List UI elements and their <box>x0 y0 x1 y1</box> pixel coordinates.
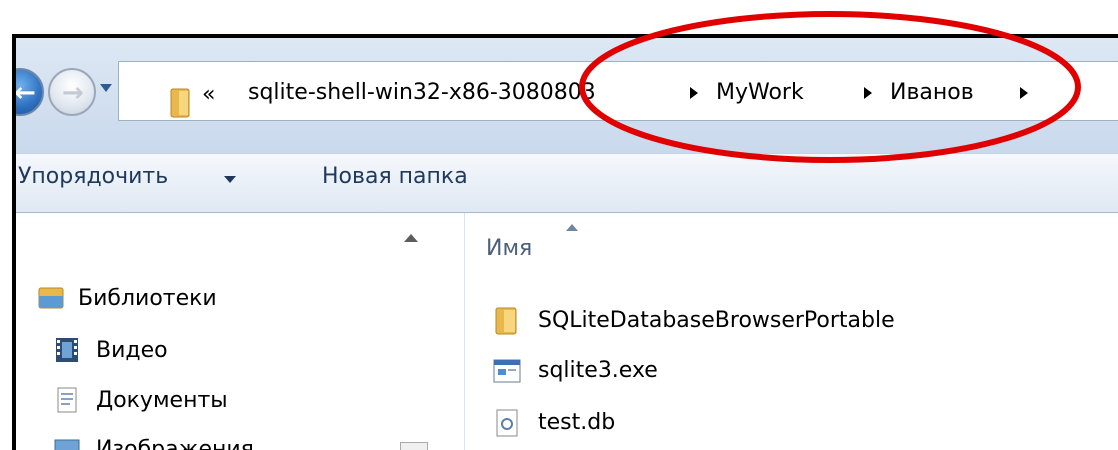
libraries-icon <box>38 287 64 309</box>
breadcrumb-item[interactable]: MyWork <box>716 80 804 106</box>
organize-button[interactable]: Упорядочить <box>18 164 168 190</box>
exe-icon <box>493 359 521 383</box>
explorer-window: ← → « sqlite-shell-win32-x86-3080803 MyW… <box>12 34 1118 450</box>
breadcrumb-separator-icon[interactable] <box>690 87 698 99</box>
recent-locations-dropdown-icon[interactable] <box>100 84 112 92</box>
breadcrumb-item[interactable]: Иванов <box>890 80 974 106</box>
command-bar <box>16 153 1118 213</box>
back-arrow-icon: ← <box>14 78 36 108</box>
video-icon <box>56 338 78 362</box>
breadcrumb-separator-icon[interactable] <box>1020 87 1028 99</box>
scroll-up-arrow-icon[interactable] <box>404 234 418 242</box>
documents-icon <box>57 387 77 413</box>
file-item-folder[interactable]: SQLiteDatabaseBrowserPortable <box>538 308 895 334</box>
navigation-pane <box>16 213 428 450</box>
forward-arrow-icon: → <box>62 78 84 108</box>
breadcrumb-item[interactable]: sqlite-shell-win32-x86-3080803 <box>248 80 596 106</box>
organize-dropdown-icon[interactable] <box>224 176 236 183</box>
sort-ascending-icon <box>566 224 578 231</box>
nav-item-video[interactable]: Видео <box>96 338 168 364</box>
folder-icon <box>495 307 517 335</box>
folder-icon <box>170 88 190 118</box>
pane-divider[interactable] <box>464 213 465 450</box>
column-header-name[interactable]: Имя <box>486 236 532 262</box>
images-icon <box>54 439 80 450</box>
file-item-exe[interactable]: sqlite3.exe <box>538 358 658 384</box>
nav-item-documents[interactable]: Документы <box>96 388 228 414</box>
breadcrumb-overflow[interactable]: « <box>202 83 215 107</box>
file-item-db[interactable]: test.db <box>538 410 615 436</box>
scroll-thumb[interactable] <box>400 442 428 450</box>
forward-button[interactable]: → <box>48 68 96 116</box>
file-icon <box>496 409 518 437</box>
nav-item-libraries[interactable]: Библиотеки <box>78 286 217 312</box>
new-folder-button[interactable]: Новая папка <box>322 164 468 190</box>
breadcrumb-separator-icon[interactable] <box>864 87 872 99</box>
nav-item-images[interactable]: Изображения <box>96 437 254 450</box>
nav-pane-scrollbar[interactable] <box>398 213 426 450</box>
